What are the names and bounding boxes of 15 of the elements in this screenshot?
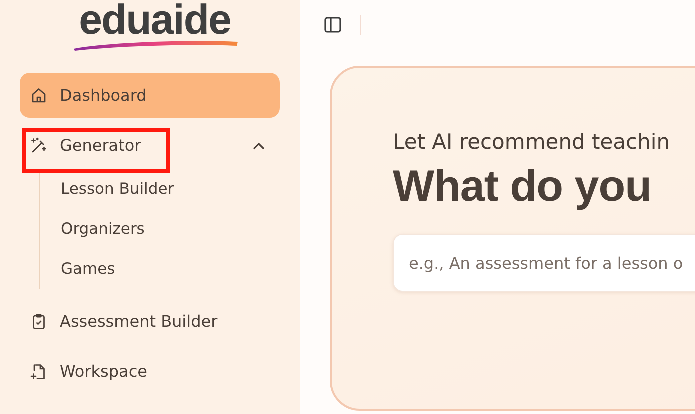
nav-subitem[interactable]: Organizers xyxy=(61,209,280,249)
magic-wand-icon xyxy=(30,136,48,154)
nav-subitem[interactable]: Lesson Builder xyxy=(61,169,280,209)
file-plus-icon xyxy=(30,362,48,380)
sidebar-toggle-icon[interactable] xyxy=(324,16,342,34)
nav-item[interactable]: Workspace xyxy=(20,349,280,394)
nav-subitem[interactable]: Games xyxy=(61,249,280,289)
prompt-input-field[interactable]: e.g., An assessment for a lesson o xyxy=(393,234,695,292)
hero-title: What do you xyxy=(393,162,652,212)
nav-item[interactable]: Dashboard xyxy=(20,73,280,118)
home-icon xyxy=(30,86,48,104)
hero-subtitle: Let AI recommend teachin xyxy=(393,130,670,154)
logo-text: eduaide xyxy=(79,0,231,40)
nav-item[interactable]: Assessment Builder xyxy=(20,299,280,344)
clipboard-check-icon xyxy=(30,312,48,330)
